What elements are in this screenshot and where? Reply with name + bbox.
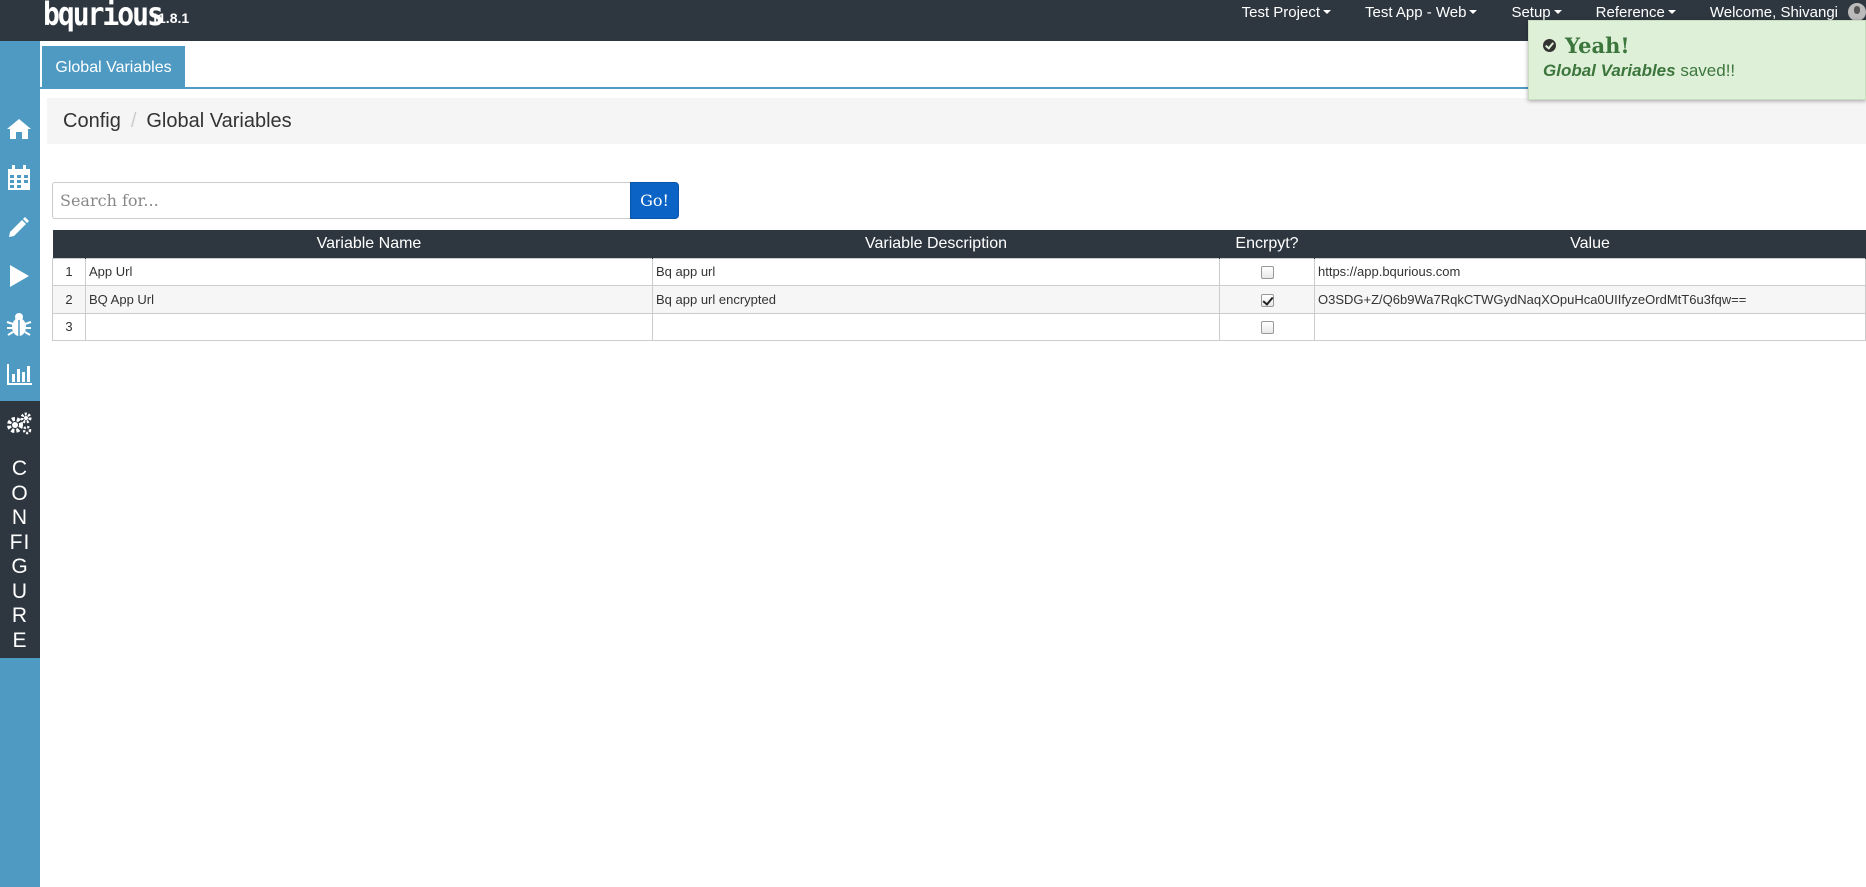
- table-row: 1 App Url Bq app url https://app.bquriou…: [52, 257, 1866, 286]
- toast-title: Yeah!: [1543, 33, 1851, 58]
- home-icon[interactable]: [5, 115, 33, 143]
- app-logo[interactable]: bqurious: [43, 0, 164, 34]
- calendar-icon[interactable]: [5, 164, 33, 192]
- toast-message-text: saved!!: [1680, 61, 1736, 80]
- user-avatar-icon[interactable]: [1848, 3, 1866, 21]
- tab-global-variables[interactable]: Global Variables: [42, 46, 185, 89]
- welcome-user[interactable]: Welcome, Shivangi: [1710, 4, 1838, 21]
- go-button[interactable]: Go!: [630, 182, 679, 219]
- nav-setup-label: Setup: [1511, 3, 1551, 21]
- search-input[interactable]: [52, 182, 630, 219]
- bug-icon[interactable]: [5, 311, 33, 339]
- encrypt-checkbox[interactable]: [1260, 293, 1274, 307]
- variable-name-cell[interactable]: BQ App Url: [85, 285, 653, 314]
- caret-down-icon: [1667, 10, 1676, 14]
- play-icon[interactable]: [5, 262, 33, 290]
- header-value[interactable]: Value: [1314, 230, 1866, 258]
- header-rownum: [52, 230, 86, 258]
- header-encrypt[interactable]: Encrpyt?: [1219, 230, 1315, 258]
- nav-app-label: Test App - Web: [1365, 3, 1467, 21]
- configure-letter: R: [11, 604, 29, 627]
- toast-entity: Global Variables: [1543, 61, 1676, 80]
- configure-letter: G: [11, 555, 29, 578]
- configure-letter: U: [11, 579, 29, 603]
- encrypt-checkbox[interactable]: [1260, 266, 1274, 280]
- nav-project-dropdown[interactable]: Test Project: [1242, 4, 1331, 21]
- breadcrumb-separator: /: [130, 109, 137, 132]
- app-version: 11.8.1: [151, 10, 190, 26]
- row-number: 3: [52, 312, 86, 341]
- header-variable-description[interactable]: Variable Description: [652, 230, 1220, 258]
- global-variables-table: Variable Name Variable Description Encrp…: [52, 230, 1866, 341]
- row-number: 2: [52, 285, 86, 314]
- gears-icon[interactable]: [5, 409, 33, 437]
- caret-down-icon: [1323, 10, 1331, 14]
- left-sidebar: C O N FI G U R E: [0, 41, 40, 887]
- table-row: 2 BQ App Url Bq app url encrypted O3SDG+…: [52, 285, 1866, 314]
- value-cell[interactable]: https://app.bqurious.com: [1314, 257, 1866, 286]
- variable-description-cell[interactable]: Bq app url encrypted: [652, 285, 1220, 314]
- success-toast[interactable]: Yeah! Global Variables saved!!: [1528, 20, 1866, 100]
- configure-letter: N: [11, 506, 29, 529]
- variable-description-cell[interactable]: Bq app url: [652, 257, 1220, 286]
- row-number: 1: [52, 257, 86, 286]
- logo-text: bqurious: [43, 0, 164, 33]
- nav-setup-dropdown[interactable]: Setup: [1511, 3, 1562, 21]
- encrypt-cell: [1219, 285, 1315, 314]
- toast-title-text: Yeah!: [1565, 33, 1630, 58]
- header-variable-name[interactable]: Variable Name: [85, 230, 653, 258]
- toast-message: Global Variables saved!!: [1543, 61, 1851, 81]
- configure-letter: E: [12, 628, 28, 652]
- check-circle-icon: [1543, 39, 1556, 52]
- search-bar: Go!: [52, 182, 679, 219]
- encrypt-cell: [1219, 312, 1315, 341]
- encrypt-cell: [1219, 257, 1315, 286]
- variable-name-cell[interactable]: [85, 312, 653, 341]
- table-row: 3: [52, 312, 1866, 341]
- configure-section-label: C O N FI G U R E: [0, 457, 40, 653]
- caret-down-icon: [1553, 10, 1562, 14]
- caret-down-icon: [1469, 10, 1478, 14]
- value-cell[interactable]: [1314, 312, 1866, 341]
- configure-letter: O: [11, 481, 29, 505]
- nav-reference-label: Reference: [1595, 3, 1665, 21]
- bar-chart-icon[interactable]: [5, 360, 33, 388]
- nav-reference-dropdown[interactable]: Reference: [1596, 4, 1676, 21]
- nav-project-label: Test Project: [1241, 3, 1320, 21]
- table-header-row: Variable Name Variable Description Encrp…: [52, 230, 1866, 258]
- configure-letter: C: [11, 457, 29, 480]
- pencil-icon[interactable]: [5, 213, 33, 241]
- nav-app-dropdown[interactable]: Test App - Web: [1365, 3, 1478, 21]
- variable-description-cell[interactable]: [652, 312, 1220, 341]
- breadcrumb: Config / Global Variables: [47, 98, 1866, 144]
- breadcrumb-current: Global Variables: [146, 109, 292, 132]
- variable-name-cell[interactable]: App Url: [85, 257, 653, 286]
- encrypt-checkbox[interactable]: [1260, 321, 1274, 335]
- value-cell[interactable]: O3SDG+Z/Q6b9Wa7RqkCTWGydNaqXOpuHca0UIIfy…: [1314, 285, 1866, 314]
- configure-letter: FI: [9, 530, 31, 554]
- breadcrumb-config[interactable]: Config: [63, 110, 121, 133]
